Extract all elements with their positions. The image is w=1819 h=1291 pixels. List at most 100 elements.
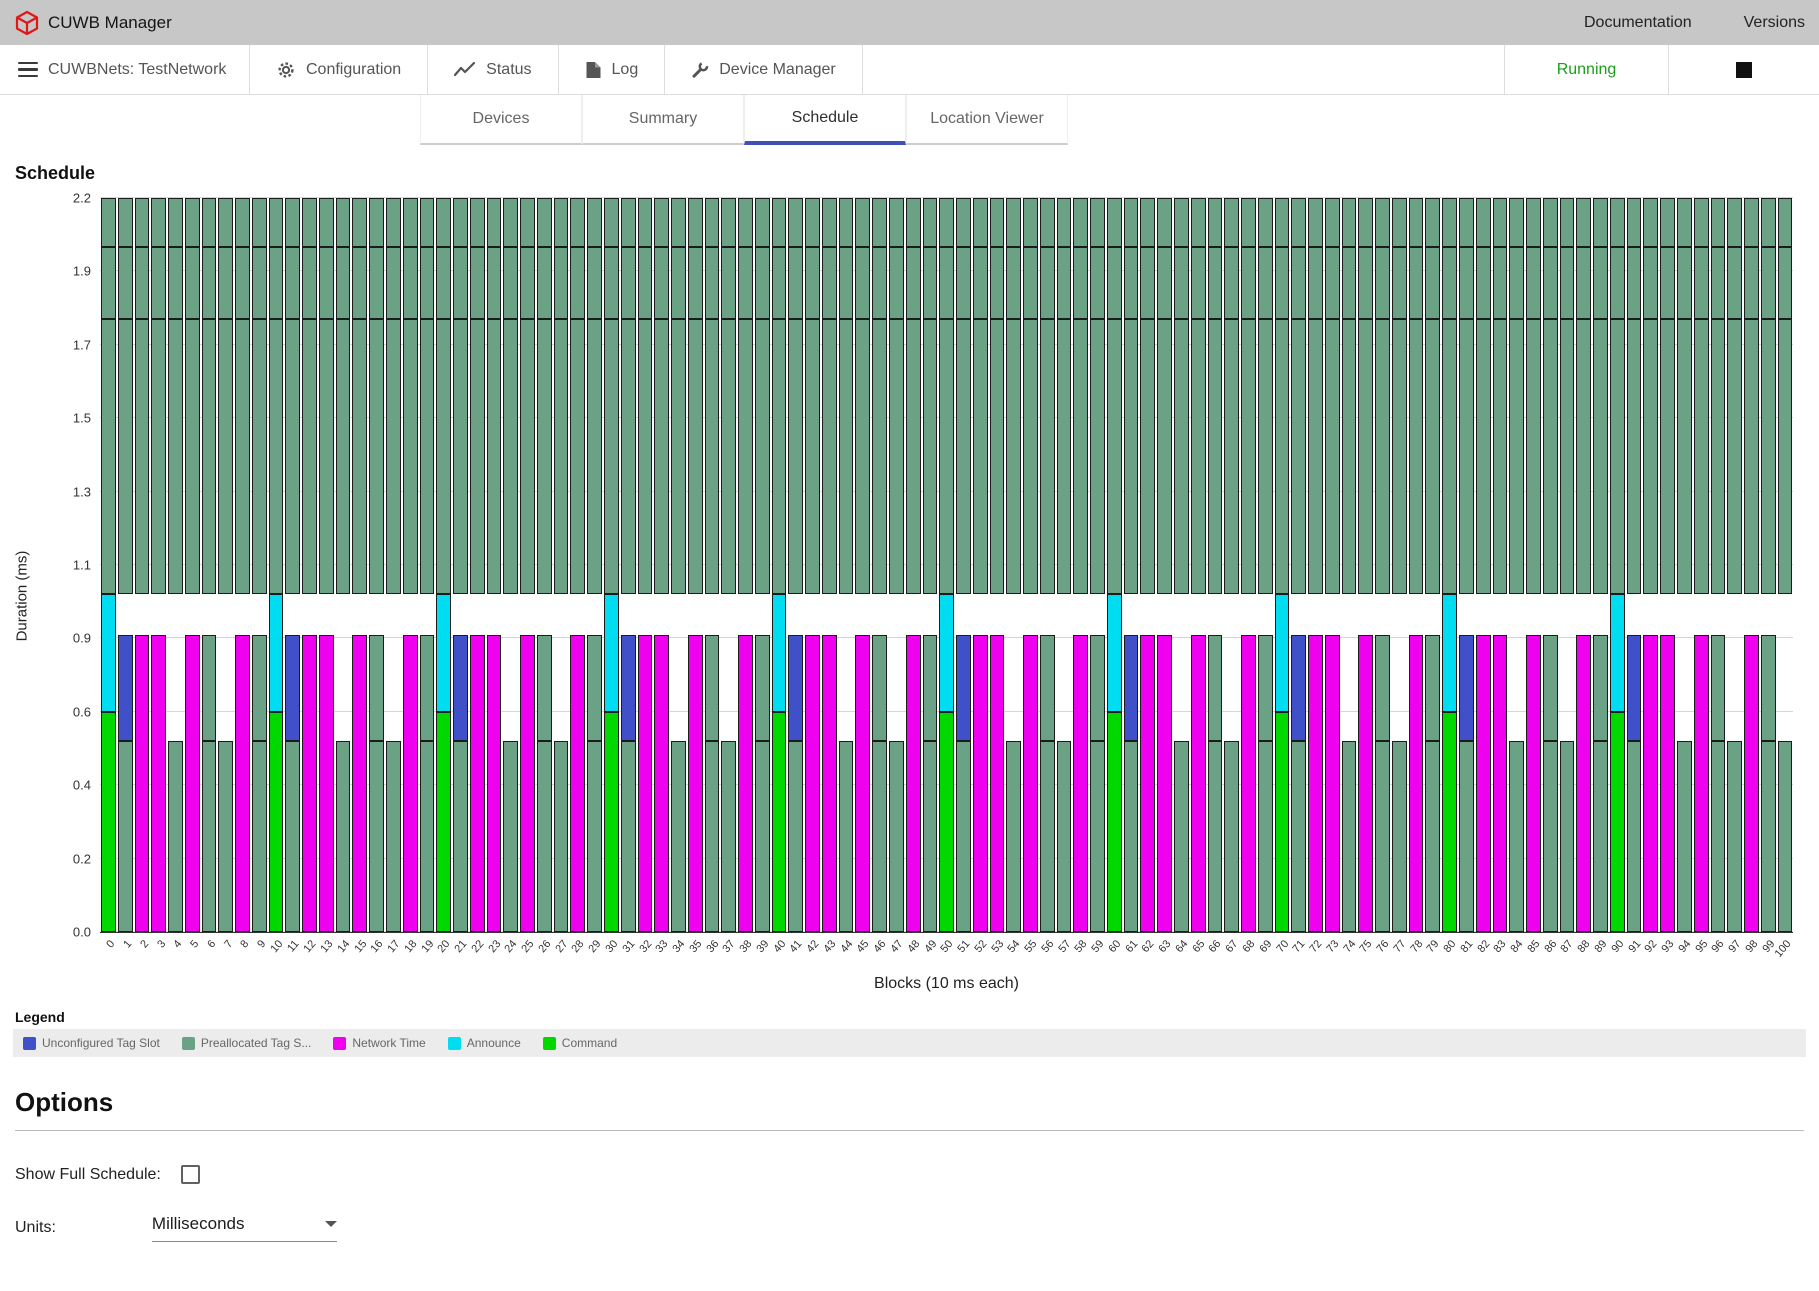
network_time-segment: [302, 635, 317, 932]
preallocated-segment: [554, 247, 569, 319]
x-tick-label: 70: [1274, 938, 1291, 955]
x-tick-label: 80: [1442, 938, 1459, 955]
preallocated-segment: [386, 741, 401, 932]
preallocated-segment: [118, 198, 133, 247]
preallocated-segment: [1241, 198, 1256, 247]
preallocated-segment: [621, 319, 636, 594]
preallocated-segment: [1761, 198, 1776, 247]
preallocated-segment: [1308, 198, 1323, 247]
schedule-block-bar: [217, 198, 234, 932]
preallocated-segment: [1744, 247, 1759, 319]
preallocated-segment: [1409, 247, 1424, 319]
preallocated-segment: [503, 741, 518, 932]
preallocated-segment: [302, 247, 317, 319]
preallocated-segment: [705, 247, 720, 319]
preallocated-segment: [973, 198, 988, 247]
tab-devices[interactable]: Devices: [420, 95, 582, 145]
network_time-segment: [1157, 635, 1172, 932]
preallocated-segment: [1358, 198, 1373, 247]
schedule-block-bar: [351, 198, 368, 932]
preallocated-segment: [1526, 198, 1541, 247]
preallocated-segment: [1543, 635, 1558, 741]
preallocated-segment: [688, 319, 703, 594]
network_time-segment: [135, 635, 150, 932]
preallocated-segment: [1057, 319, 1072, 594]
x-tick-label: 76: [1374, 938, 1391, 955]
schedule-block-bar: [251, 198, 268, 932]
network_time-segment: [319, 635, 334, 932]
documentation-link[interactable]: Documentation: [1584, 14, 1692, 32]
versions-link[interactable]: Versions: [1744, 14, 1805, 32]
unconfigured-swatch-icon: [23, 1037, 36, 1050]
x-tick-label: 64: [1173, 938, 1190, 955]
preallocated-segment: [923, 198, 938, 247]
network_time-segment: [151, 635, 166, 932]
schedule-block-bar: [922, 198, 939, 932]
preallocated-segment: [319, 247, 334, 319]
units-select[interactable]: Milliseconds: [152, 1214, 337, 1242]
preallocated-segment: [151, 198, 166, 247]
status-button[interactable]: Status: [428, 45, 558, 94]
schedule-block-bar: [1575, 198, 1592, 932]
x-tick-label: 35: [687, 938, 704, 955]
x-tick-label: 20: [436, 938, 453, 955]
preallocated-segment: [1509, 247, 1524, 319]
y-tick-label: 1.5: [73, 411, 91, 426]
schedule-block-bar: [1190, 198, 1207, 932]
preallocated-segment: [570, 198, 585, 247]
preallocated-segment: [537, 635, 552, 741]
log-button[interactable]: Log: [559, 45, 666, 94]
network_time-segment: [638, 635, 653, 932]
network_time-segment: [352, 635, 367, 932]
preallocated-segment: [1174, 198, 1189, 247]
x-tick-label: 52: [972, 938, 989, 955]
preallocated-segment: [1275, 319, 1290, 594]
preallocated-segment: [151, 319, 166, 594]
preallocated-segment: [1543, 247, 1558, 319]
tab-summary[interactable]: Summary: [582, 95, 744, 145]
units-label: Units:: [15, 1219, 56, 1237]
preallocated-segment: [1342, 319, 1357, 594]
x-tick-label: 72: [1307, 938, 1324, 955]
schedule-block-bar: [1492, 198, 1509, 932]
preallocated-segment: [403, 319, 418, 594]
tab-location-viewer[interactable]: Location Viewer: [906, 95, 1068, 145]
stop-button[interactable]: [1669, 45, 1819, 94]
preallocated-segment: [721, 319, 736, 594]
x-tick-label: 17: [385, 938, 402, 955]
preallocated-segment: [1761, 319, 1776, 594]
preallocated-segment: [1643, 198, 1658, 247]
preallocated-segment: [386, 247, 401, 319]
preallocated-segment: [721, 741, 736, 932]
preallocated-segment: [1593, 635, 1608, 741]
preallocated-segment: [939, 198, 954, 247]
preallocated-segment: [420, 319, 435, 594]
schedule-block-bar: [938, 198, 955, 932]
command-segment: [604, 712, 619, 932]
preallocated-segment: [1627, 741, 1642, 932]
x-tick-label: 93: [1659, 938, 1676, 955]
x-tick-label: 6: [205, 938, 218, 950]
network-selector[interactable]: CUWBNets: TestNetwork: [0, 45, 250, 94]
command-segment: [1107, 712, 1122, 932]
network_time-segment: [487, 635, 502, 932]
y-tick-label: 1.9: [73, 264, 91, 279]
preallocated-segment: [738, 198, 753, 247]
x-tick-label: 45: [855, 938, 872, 955]
preallocated-segment: [638, 198, 653, 247]
preallocated-segment: [1342, 741, 1357, 932]
preallocated-segment: [1425, 319, 1440, 594]
preallocated-segment: [453, 247, 468, 319]
device-manager-button[interactable]: Device Manager: [665, 45, 863, 94]
preallocated-segment: [1677, 319, 1692, 594]
preallocated-segment: [503, 319, 518, 594]
show-full-schedule-checkbox[interactable]: [181, 1165, 200, 1184]
x-tick-label: 13: [318, 938, 335, 955]
preallocated-segment: [1677, 247, 1692, 319]
preallocated-segment: [403, 247, 418, 319]
document-icon: [585, 61, 602, 79]
preallocated-segment: [1208, 247, 1223, 319]
schedule-block-bar: [1240, 198, 1257, 932]
tab-schedule[interactable]: Schedule: [744, 95, 906, 145]
configuration-button[interactable]: Configuration: [250, 45, 428, 94]
